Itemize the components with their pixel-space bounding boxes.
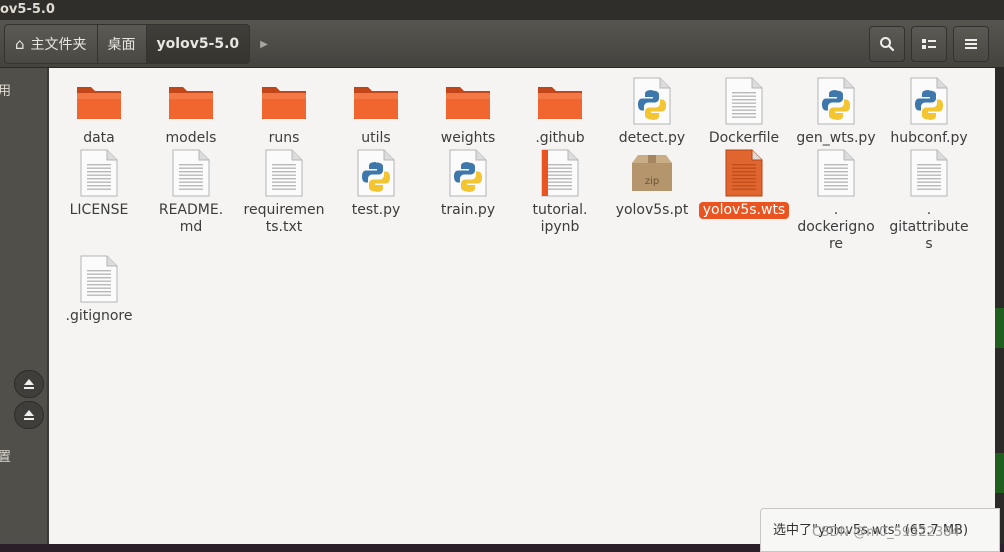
file-item-label: README. md (158, 202, 224, 235)
notebook-file-icon (532, 148, 588, 198)
python-file-icon (348, 148, 404, 198)
file-item-gen-wts-py[interactable]: gen_wts.py (790, 76, 882, 147)
file-item-label: hubconf.py (890, 130, 968, 146)
file-item-test-py[interactable]: test.py (330, 148, 422, 219)
file-item-label: . gitattribute s (889, 202, 969, 252)
python-file-icon (440, 148, 496, 198)
wts-file-icon (716, 148, 772, 198)
file-item-requirements-txt[interactable]: requiremen ts.txt (238, 148, 330, 236)
svg-text:zip: zip (645, 176, 659, 187)
file-item-utils[interactable]: utils (330, 76, 422, 147)
file-item-label: detect.py (618, 130, 686, 146)
file-item-label: train.py (440, 202, 496, 218)
zip-file-icon: zip (624, 148, 680, 198)
hamburger-icon (965, 39, 977, 49)
file-item-tutorial-ipynb[interactable]: tutorial. ipynb (514, 148, 606, 236)
python-file-icon (901, 76, 957, 126)
eject-button-2[interactable] (14, 401, 44, 429)
python-file-icon (808, 76, 864, 126)
file-item-label: requiremen ts.txt (243, 202, 325, 235)
file-item-runs[interactable]: runs (238, 76, 330, 147)
edge-segment (995, 308, 1004, 348)
text-file-icon (901, 148, 957, 198)
file-item-dockerfile[interactable]: Dockerfile (698, 76, 790, 147)
file-item-detect-py[interactable]: detect.py (606, 76, 698, 147)
watermark: CSDN @m0_59322384 (812, 525, 960, 540)
file-item-weights[interactable]: weights (422, 76, 514, 147)
edge-segment (995, 453, 1004, 493)
folder-file-icon (71, 76, 127, 126)
folder-file-icon (348, 76, 404, 126)
file-view[interactable]: data models runs utils weights .github d… (49, 68, 995, 544)
text-file-icon (808, 148, 864, 198)
path-bar: ⌂ 主文件夹 桌面 yolov5-5.0 ▶ (4, 24, 268, 64)
file-item-label: runs (268, 130, 300, 146)
eject-button-1[interactable] (14, 370, 44, 398)
folder-file-icon (256, 76, 312, 126)
file-item-license[interactable]: LICENSE (53, 148, 145, 219)
crumb-current[interactable]: yolov5-5.0 (146, 24, 251, 64)
text-file-icon (163, 148, 219, 198)
file-item-yolov5s-pt[interactable]: zip yolov5s.pt (606, 148, 698, 219)
search-icon (880, 37, 895, 52)
header-bar: ⌂ 主文件夹 桌面 yolov5-5.0 ▶ (0, 20, 1004, 68)
python-file-icon (624, 76, 680, 126)
folder-file-icon (440, 76, 496, 126)
file-item-label: test.py (351, 202, 401, 218)
sidebar-label-top: 用 (0, 84, 12, 99)
path-forward-icon[interactable]: ▶ (250, 24, 268, 64)
file-item-models[interactable]: models (145, 76, 237, 147)
view-toggle-button[interactable] (911, 26, 947, 62)
text-file-icon (71, 148, 127, 198)
file-item-label: data (83, 130, 115, 146)
file-item-data[interactable]: data (53, 76, 145, 147)
sidebar: 用 置 (0, 68, 48, 544)
menu-button[interactable] (953, 26, 989, 62)
file-item-train-py[interactable]: train.py (422, 148, 514, 219)
file-item-label: utils (361, 130, 391, 146)
file-item-label: .github (535, 130, 585, 146)
file-item-hubconf-py[interactable]: hubconf.py (883, 76, 975, 147)
file-item-label: yolov5s.pt (615, 202, 689, 218)
crumb-desktop-label: 桌面 (107, 37, 136, 53)
window-titlebar: ov5-5.0 (0, 0, 1004, 20)
file-item-gitattributes[interactable]: . gitattribute s (883, 148, 975, 253)
window-title: ov5-5.0 (0, 2, 55, 17)
crumb-home-label: 主文件夹 (30, 37, 87, 53)
text-file-icon (71, 254, 127, 304)
file-item-label: models (165, 130, 217, 146)
eject-icon (24, 410, 34, 420)
file-item-readme-md[interactable]: README. md (145, 148, 237, 236)
file-item-gitignore[interactable]: .gitignore (53, 254, 145, 325)
right-edge (995, 68, 1004, 552)
file-item-label: gen_wts.py (796, 130, 876, 146)
file-item-dockerignore[interactable]: . dockerigno re (790, 148, 882, 253)
file-item-label: yolov5s.wts (698, 202, 790, 219)
file-item-label: tutorial. ipynb (532, 202, 588, 235)
text-file-icon (716, 76, 772, 126)
folder-file-icon (532, 76, 588, 126)
crumb-desktop[interactable]: 桌面 (97, 24, 147, 64)
crumb-home[interactable]: ⌂ 主文件夹 (4, 24, 98, 64)
folder-file-icon (163, 76, 219, 126)
file-item-label: LICENSE (69, 202, 129, 218)
text-file-icon (256, 148, 312, 198)
file-item-label: .gitignore (65, 308, 133, 324)
crumb-current-label: yolov5-5.0 (156, 36, 240, 52)
file-item-label: . dockerigno re (797, 202, 875, 252)
file-item-label: Dockerfile (708, 130, 780, 146)
list-view-icon (922, 39, 936, 49)
file-item-github[interactable]: .github (514, 76, 606, 147)
file-item-label: weights (440, 130, 496, 146)
home-icon: ⌂ (15, 35, 25, 53)
sidebar-label-bottom: 置 (0, 450, 12, 465)
search-button[interactable] (869, 26, 905, 62)
file-item-yolov5s-wts[interactable]: yolov5s.wts (698, 148, 790, 219)
eject-icon (24, 379, 34, 389)
